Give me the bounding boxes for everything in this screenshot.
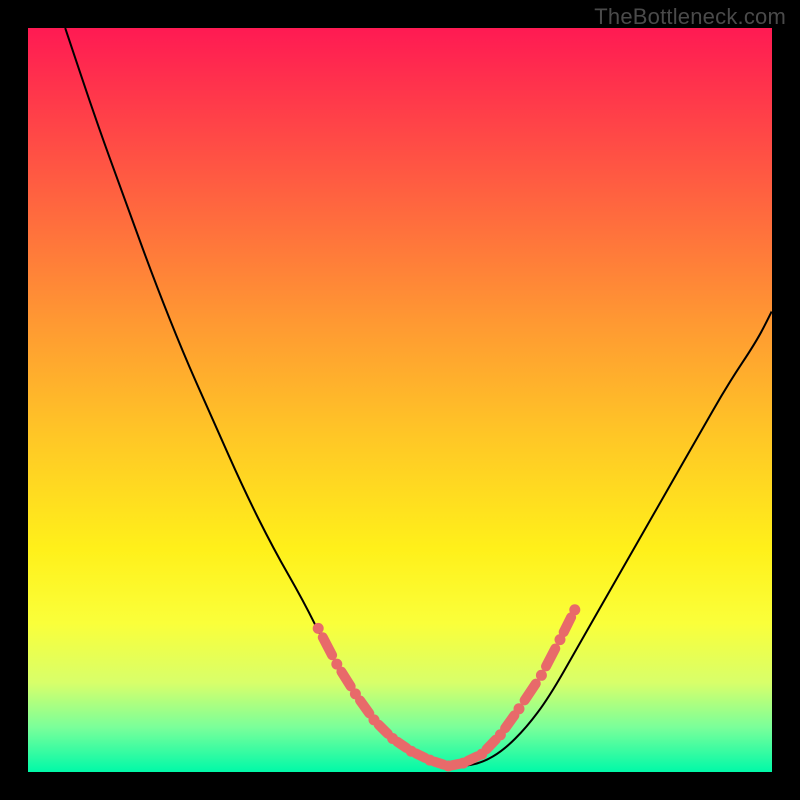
marker-dot — [536, 670, 547, 681]
marker-segment — [379, 725, 388, 734]
marker-segment — [360, 700, 369, 713]
marker-segment — [468, 756, 477, 760]
marker-dot — [569, 604, 580, 615]
marker-segment — [434, 762, 443, 765]
marker-segment — [397, 742, 406, 748]
marker-segment — [341, 672, 350, 687]
curve-line — [65, 28, 772, 766]
marker-segment — [505, 715, 514, 728]
marker-segment — [487, 740, 496, 750]
marker-segment — [525, 684, 536, 701]
marker-segment — [546, 649, 555, 667]
watermark-text: TheBottleneck.com — [594, 4, 786, 30]
marker-dot — [313, 623, 324, 634]
curve-markers — [313, 604, 581, 771]
marker-segment — [564, 617, 571, 632]
marker-segment — [416, 753, 425, 758]
marker-segment — [323, 637, 332, 655]
chart-svg — [28, 28, 772, 772]
